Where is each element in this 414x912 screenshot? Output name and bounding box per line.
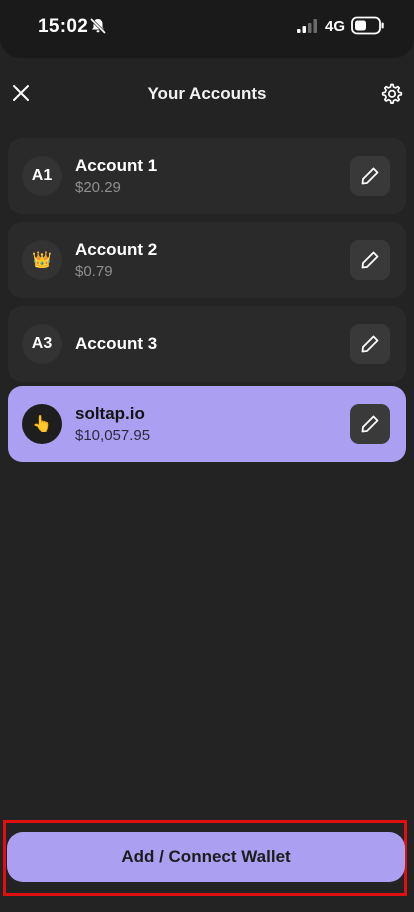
pencil-icon: [361, 251, 379, 269]
network-type: 4G: [325, 18, 346, 35]
status-bar: 15:02 4G: [0, 0, 414, 58]
account-name: Account 2: [75, 240, 158, 259]
account-avatar: A1: [22, 156, 62, 196]
account-avatar: 👑: [22, 240, 62, 280]
pencil-icon: [361, 167, 379, 185]
account-name: Account 1: [75, 156, 158, 175]
account-name: Account 3: [75, 334, 158, 353]
account-item[interactable]: A3 Account 3: [8, 306, 406, 382]
account-balance: $10,057.95: [75, 427, 151, 444]
account-balance: $0.79: [75, 263, 113, 280]
pencil-icon: [361, 415, 379, 433]
edit-account-button[interactable]: [350, 324, 390, 364]
edit-account-button[interactable]: [350, 156, 390, 196]
account-avatar: 👆: [22, 404, 62, 444]
accounts-screen: 15:02 4G Your Accounts A1 Account 1 $20.…: [0, 0, 414, 912]
account-item[interactable]: 👑 Account 2 $0.79: [8, 222, 406, 298]
bell-slash-icon: [89, 17, 107, 35]
edit-account-button[interactable]: [350, 240, 390, 280]
pencil-icon: [361, 335, 379, 353]
add-connect-wallet-button[interactable]: Add / Connect Wallet: [7, 832, 405, 882]
gear-icon[interactable]: [380, 82, 404, 106]
page-title: Your Accounts: [147, 84, 267, 103]
account-name: soltap.io: [75, 404, 145, 423]
account-balance: $20.29: [75, 179, 121, 196]
battery-icon: [351, 16, 384, 35]
status-time: 15:02: [38, 16, 89, 37]
signal-icon: [297, 19, 317, 33]
account-avatar: A3: [22, 324, 62, 364]
account-item-active[interactable]: 👆 soltap.io $10,057.95: [8, 386, 406, 462]
header: Your Accounts: [0, 76, 414, 112]
edit-account-button[interactable]: [350, 404, 390, 444]
account-item[interactable]: A1 Account 1 $20.29: [8, 138, 406, 214]
